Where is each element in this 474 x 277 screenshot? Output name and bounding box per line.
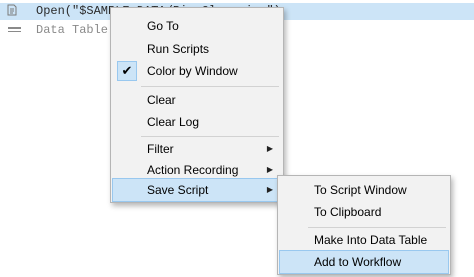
menu-item-label: Clear	[147, 93, 176, 107]
menu-item-label: To Script Window	[314, 183, 407, 197]
submenu-arrow-icon: ▶	[266, 144, 273, 153]
context-menu: Go To Run Scripts ✔ Color by Window Clea…	[110, 7, 284, 203]
menu-item-action-recording[interactable]: Action Recording ▶	[113, 159, 281, 181]
menu-item-label: To Clipboard	[314, 205, 382, 219]
menu-item-label: Go To	[147, 19, 179, 33]
menu-item-save-script[interactable]: Save Script ▶	[112, 178, 282, 202]
data-table-icon	[8, 27, 21, 34]
menu-item-label: Clear Log	[147, 115, 200, 129]
menu-item-add-to-workflow[interactable]: Add to Workflow	[279, 250, 449, 274]
menu-item-to-script-window[interactable]: To Script Window	[280, 179, 448, 201]
submenu-arrow-icon: ▶	[266, 165, 273, 174]
menu-item-make-into-data-table[interactable]: Make Into Data Table	[280, 229, 448, 251]
menu-item-label: Save Script	[147, 183, 209, 197]
menu-item-run-scripts[interactable]: Run Scripts	[113, 38, 281, 60]
menu-item-filter[interactable]: Filter ▶	[113, 138, 281, 160]
menu-item-label: Make Into Data Table	[314, 233, 428, 247]
script-icon	[6, 3, 20, 20]
menu-item-to-clipboard[interactable]: To Clipboard	[280, 201, 448, 223]
menu-item-color-by-window[interactable]: ✔ Color by Window	[113, 60, 281, 82]
checkmark-icon: ✔	[117, 61, 137, 81]
menu-separator	[141, 136, 279, 137]
menu-item-go-to[interactable]: Go To	[113, 15, 281, 37]
menu-item-label: Add to Workflow	[314, 255, 402, 269]
menu-item-label: Action Recording	[147, 163, 239, 177]
submenu-arrow-icon: ▶	[266, 185, 273, 194]
menu-separator	[308, 227, 446, 228]
save-script-submenu: To Script Window To Clipboard Make Into …	[277, 175, 451, 275]
menu-item-label: Run Scripts	[147, 42, 210, 56]
menu-item-clear-log[interactable]: Clear Log	[113, 111, 281, 133]
menu-item-label: Color by Window	[147, 64, 238, 78]
menu-item-clear[interactable]: Clear	[113, 89, 281, 111]
menu-separator	[141, 86, 279, 87]
menu-item-label: Filter	[147, 142, 174, 156]
